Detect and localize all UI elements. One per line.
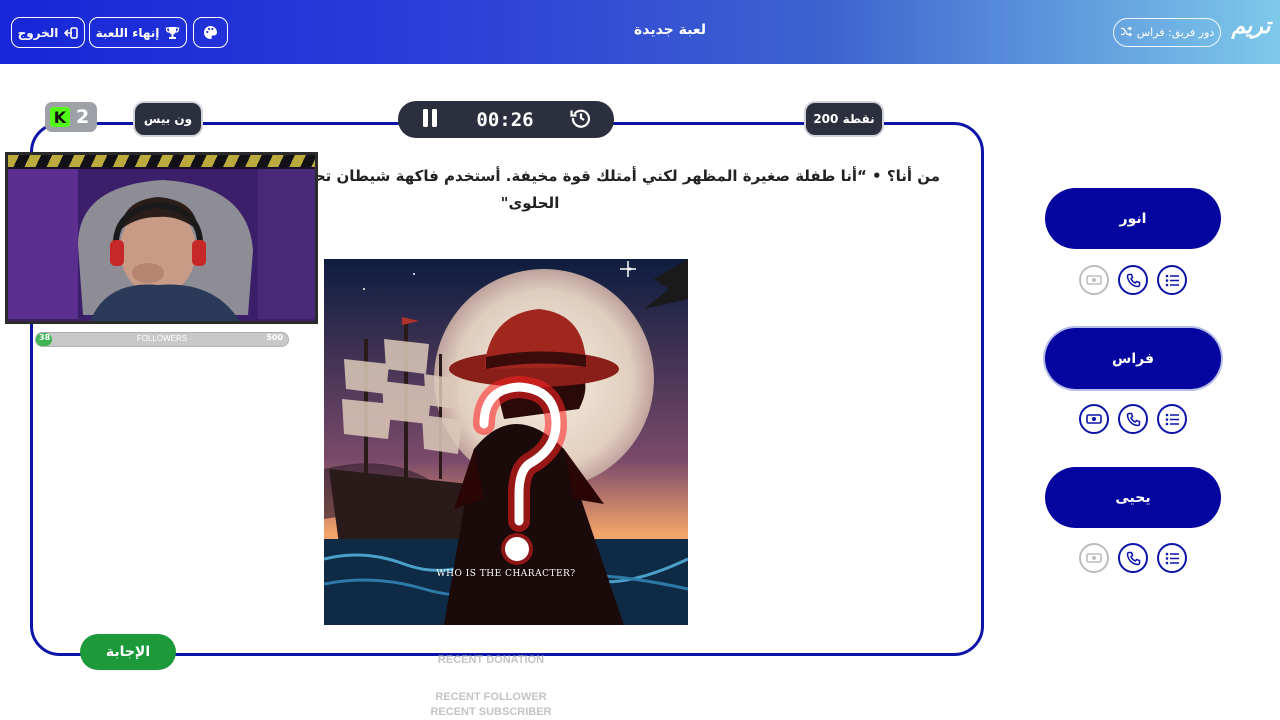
call-lifeline-button[interactable] xyxy=(1118,404,1148,434)
exit-button-label: الخروج xyxy=(17,25,59,40)
show-answer-button[interactable]: الإجابة xyxy=(80,634,176,670)
question-line-2: الحلوى" xyxy=(500,194,560,212)
swap-icon xyxy=(1086,412,1102,426)
followers-label: FOLLOWERS xyxy=(136,334,188,343)
list-icon xyxy=(1165,552,1180,565)
category-badge: ون بيس xyxy=(135,103,201,135)
team-turn-indicator[interactable]: دور فريق: فراس xyxy=(1113,18,1221,47)
team-button-anwar[interactable]: انور xyxy=(1045,188,1221,249)
image-caption: WHO IS THE CHARACTER? xyxy=(436,569,576,579)
team-button-yahya[interactable]: يحيى xyxy=(1045,467,1221,528)
question-timer: 00:26 xyxy=(398,101,614,138)
followers-goal: 500 xyxy=(266,333,283,342)
exit-button[interactable]: الخروج xyxy=(11,17,85,48)
phone-icon xyxy=(1126,551,1141,566)
options-lifeline-button[interactable] xyxy=(1157,265,1187,295)
swap-lifeline-button[interactable] xyxy=(1079,543,1109,573)
list-icon xyxy=(1165,274,1180,287)
team-tools-yahya xyxy=(1079,543,1189,573)
top-bar: الخروج إنهاء اللعبة لعبة جديدة دور فريق:… xyxy=(0,0,1280,64)
team-tools-firas xyxy=(1079,404,1189,434)
swap-icon xyxy=(1086,551,1102,565)
phone-icon xyxy=(1126,412,1141,427)
question-text: من أنا؟ • “أنا طفلة صغيرة المظهر لكني أم… xyxy=(300,163,940,219)
palette-icon xyxy=(203,25,218,40)
points-badge: 200 نقطة xyxy=(806,103,882,135)
recent-follower-label: RECENT FOLLOWER xyxy=(435,691,547,703)
options-lifeline-button[interactable] xyxy=(1157,404,1187,434)
team-name: فراس xyxy=(1112,350,1154,367)
shuffle-icon xyxy=(1120,26,1132,40)
kick-logo-icon: K xyxy=(50,107,70,127)
timer-value: 00:26 xyxy=(476,108,534,131)
kick-viewers-widget: K 2 xyxy=(45,102,97,132)
team-name: انور xyxy=(1119,210,1147,227)
question-image: WHO IS THE CHARACTER? xyxy=(324,259,688,625)
team-button-firas[interactable]: فراس xyxy=(1045,328,1221,389)
list-icon xyxy=(1165,413,1180,426)
end-game-button[interactable]: إنهاء اللعبة xyxy=(89,17,187,48)
app-logo: تريم xyxy=(1231,14,1271,39)
swap-icon xyxy=(1086,273,1102,287)
team-name: يحيى xyxy=(1115,489,1151,506)
team-tools-anwar xyxy=(1079,265,1189,295)
call-lifeline-button[interactable] xyxy=(1118,265,1148,295)
followers-goal-bar: 38 FOLLOWERS 500 xyxy=(35,332,289,347)
pause-button[interactable] xyxy=(420,107,440,133)
swap-lifeline-button[interactable] xyxy=(1079,404,1109,434)
call-lifeline-button[interactable] xyxy=(1118,543,1148,573)
streamer-webcam-image xyxy=(8,169,315,321)
end-game-label: إنهاء اللعبة xyxy=(95,25,160,40)
webcam-overlay xyxy=(5,152,318,324)
page-title: لعبة جديدة xyxy=(633,22,707,38)
trophy-icon xyxy=(165,26,180,40)
swap-lifeline-button[interactable] xyxy=(1079,265,1109,295)
recent-donation-label: RECENT DONATION xyxy=(437,654,545,666)
question-line-1: من أنا؟ • “أنا طفلة صغيرة المظهر لكني أم… xyxy=(305,167,940,185)
theme-button[interactable] xyxy=(193,17,228,48)
reset-timer-button[interactable] xyxy=(570,107,592,133)
logout-icon xyxy=(64,26,79,39)
turn-label: دور فريق: فراس xyxy=(1136,26,1215,39)
recent-subscriber-label: RECENT SUBSCRIBER xyxy=(430,706,552,718)
options-lifeline-button[interactable] xyxy=(1157,543,1187,573)
phone-icon xyxy=(1126,273,1141,288)
viewer-count: 2 xyxy=(76,106,90,128)
